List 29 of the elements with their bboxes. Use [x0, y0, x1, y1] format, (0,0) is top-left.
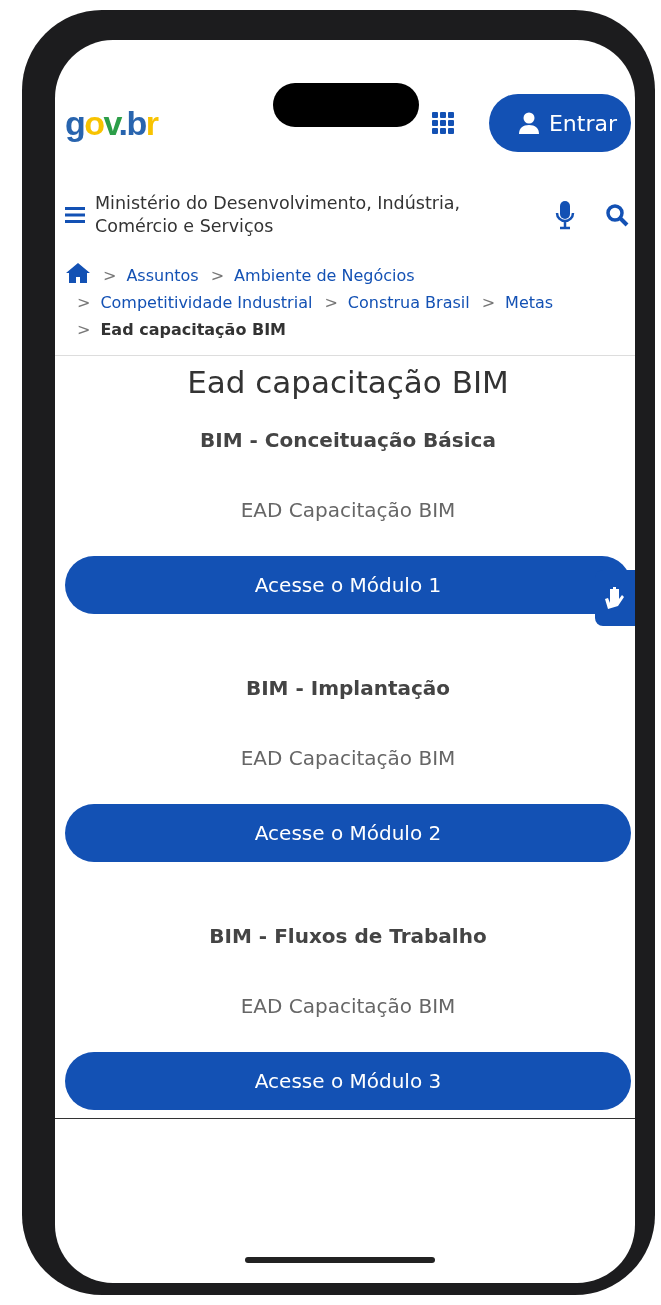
- search-icon[interactable]: [605, 202, 629, 227]
- apps-grid-icon[interactable]: [430, 111, 455, 135]
- breadcrumb-separator: >: [481, 292, 496, 312]
- home-icon[interactable]: [65, 261, 91, 284]
- page-title: Ead capacitação BIM: [186, 363, 510, 400]
- login-button[interactable]: Entrar: [488, 94, 631, 152]
- breadcrumb-separator: >: [103, 265, 117, 285]
- breadcrumb-separator: >: [77, 319, 91, 339]
- breadcrumb-separator: >: [210, 265, 225, 285]
- menu-icon[interactable]: [65, 205, 85, 224]
- module-button[interactable]: Acesse o Módulo 3: [65, 1051, 631, 1110]
- logo[interactable]: gov.br: [65, 103, 158, 143]
- user-icon: [516, 111, 541, 135]
- microphone-icon[interactable]: [555, 199, 575, 230]
- module-title: BIM - Fluxos de Trabalho: [209, 923, 487, 948]
- breadcrumb-link[interactable]: Ambiente de Negócios: [234, 265, 415, 285]
- module-subtitle: EAD Capacitação BIM: [240, 497, 456, 522]
- breadcrumb-link[interactable]: Competitividade Industrial: [100, 292, 313, 312]
- module-button[interactable]: Acesse o Módulo 2: [65, 803, 631, 862]
- breadcrumb-link[interactable]: Metas: [505, 292, 554, 312]
- breadcrumb-link[interactable]: Assuntos: [126, 265, 199, 285]
- ministry-name: Ministério do Desenvolvimento, Indústria, Comércio e Serviços: [95, 192, 462, 238]
- module-title: BIM - Conceituação Básica: [200, 427, 496, 452]
- breadcrumb-separator: >: [324, 292, 338, 312]
- module-title: BIM - Implantação: [245, 675, 451, 700]
- breadcrumb-link[interactable]: Construa Brasil: [347, 292, 470, 312]
- module-subtitle: EAD Capacitação BIM: [240, 745, 456, 770]
- module-subtitle: EAD Capacitação BIM: [240, 993, 456, 1018]
- breadcrumb-separator: >: [77, 292, 91, 312]
